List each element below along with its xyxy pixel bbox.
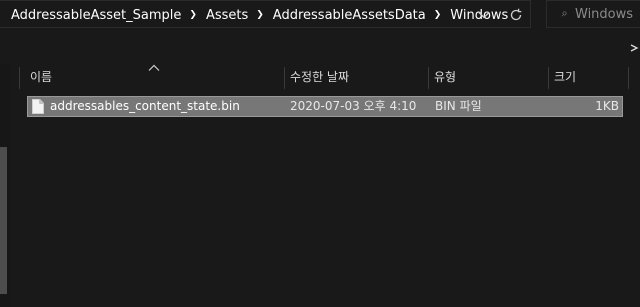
file-size: 1KB — [595, 99, 619, 113]
refresh-icon — [510, 8, 522, 21]
file-type: BIN 파일 — [435, 99, 482, 113]
scrollbar-thumb[interactable] — [0, 147, 7, 294]
search-icon — [561, 11, 567, 17]
file-row[interactable]: addressables_content_state.bin 2020-07-0… — [27, 96, 623, 117]
file-modified: 2020-07-03 오후 4:10 — [290, 99, 417, 113]
column-divider[interactable] — [548, 67, 549, 89]
breadcrumb-item-addressableassetsdata[interactable]: AddressableAssetsData — [273, 8, 426, 23]
navigation-pane-scrollbar[interactable] — [0, 64, 10, 307]
column-header-modified[interactable]: 수정한 날짜 — [287, 64, 427, 90]
chevron-right-icon[interactable]: ❯ — [189, 10, 197, 20]
breadcrumb-item-assets[interactable]: Assets — [206, 8, 248, 23]
history-dropdown-button[interactable] — [471, 1, 497, 29]
command-bar — [0, 29, 640, 64]
chevron-right-icon[interactable]: ❯ — [434, 10, 442, 20]
file-icon — [32, 99, 44, 114]
column-header-size[interactable]: 크기 — [551, 64, 627, 90]
column-divider[interactable] — [19, 67, 20, 89]
column-divider[interactable] — [284, 67, 285, 89]
file-name: addressables_content_state.bin — [50, 99, 240, 113]
column-divider[interactable] — [628, 67, 629, 89]
column-header-type[interactable]: 유형 — [431, 64, 547, 90]
chevron-down-icon — [478, 12, 490, 19]
column-header-row: 이름 수정한 날짜 유형 크기 — [0, 64, 640, 90]
more-options-icon[interactable] — [628, 44, 640, 52]
search-input[interactable] — [575, 6, 640, 22]
search-box[interactable] — [546, 0, 640, 28]
breadcrumb-item-addressableasset-sample[interactable]: AddressableAsset_Sample — [11, 8, 181, 23]
chevron-right-icon[interactable]: ❯ — [256, 10, 264, 20]
column-header-name[interactable]: 이름 — [27, 64, 283, 90]
breadcrumb: AddressableAsset_Sample ❯ Assets ❯ Addre… — [0, 1, 508, 29]
refresh-button[interactable] — [503, 1, 529, 29]
address-bar[interactable]: AddressableAsset_Sample ❯ Assets ❯ Addre… — [0, 0, 531, 28]
column-divider[interactable] — [428, 67, 429, 89]
